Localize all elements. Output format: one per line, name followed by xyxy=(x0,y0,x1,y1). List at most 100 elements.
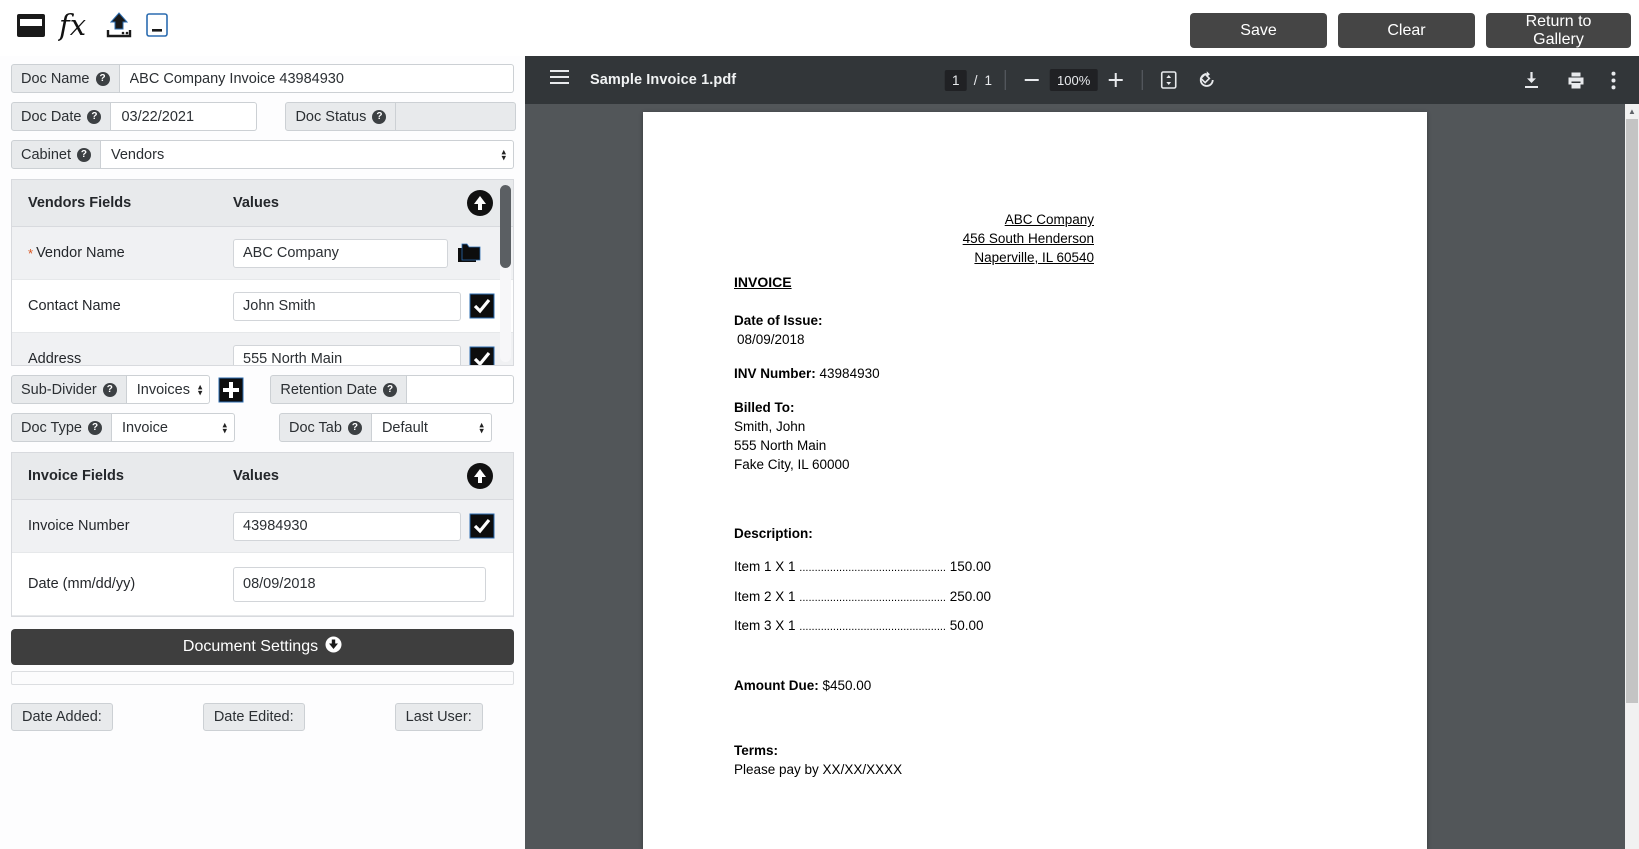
zoom-level[interactable]: 100% xyxy=(1050,69,1098,91)
window-minimize-icon[interactable] xyxy=(144,10,170,45)
doc-type-row: Doc Type ? Invoice Doc Tab ? Default xyxy=(11,413,514,442)
table-row: Address xyxy=(12,333,513,366)
zoom-out-button[interactable] xyxy=(1019,67,1045,93)
address-input[interactable] xyxy=(233,344,461,365)
pdf-title: Sample Invoice 1.pdf xyxy=(590,72,737,88)
zoom-in-button[interactable] xyxy=(1102,67,1128,93)
doc-status-input[interactable] xyxy=(396,102,517,131)
pdf-page: ABC Company 456 South Henderson Napervil… xyxy=(643,112,1427,849)
item-amount: 250.00 xyxy=(949,588,992,604)
invoice-number-label: Invoice Number xyxy=(28,518,130,534)
help-icon[interactable]: ? xyxy=(95,71,110,86)
save-doc-icon[interactable] xyxy=(14,10,48,45)
retention-date-input[interactable] xyxy=(407,375,514,404)
invoice-fields-table: Invoice Fields Values Invoice Number 439… xyxy=(11,452,514,617)
footer-stamps: Date Added: Date Edited: Last User: xyxy=(11,703,514,731)
pdf-viewer: Sample Invoice 1.pdf 1 / 1 100% ABC Comp… xyxy=(525,56,1639,849)
table-row: Contact Name xyxy=(12,280,513,333)
contact-name-input[interactable] xyxy=(233,291,461,321)
fit-to-page-icon[interactable] xyxy=(1155,67,1181,93)
print-icon[interactable] xyxy=(1566,71,1586,90)
upload-icon[interactable] xyxy=(104,10,134,45)
empty-status-bar xyxy=(11,671,514,685)
fx-formula-icon[interactable]: fx xyxy=(57,6,94,49)
date-of-issue-value: 08/09/2018 xyxy=(737,332,805,347)
help-icon[interactable]: ? xyxy=(76,147,91,162)
invoice-table-header: Invoice Fields Values xyxy=(12,453,513,500)
table-row: Invoice Number xyxy=(12,500,513,553)
scroll-up-arrow[interactable]: ▲ xyxy=(1625,104,1639,118)
help-icon[interactable]: ? xyxy=(383,382,398,397)
add-sub-divider-icon[interactable] xyxy=(218,375,244,404)
doc-tab-label-text: Doc Tab xyxy=(289,419,342,436)
vendors-table-scrollbar[interactable] xyxy=(500,185,511,362)
download-icon[interactable] xyxy=(1522,71,1541,90)
invoice-date-input[interactable] xyxy=(233,566,486,602)
invoice-heading: INVOICE xyxy=(734,274,792,290)
date-added-label: Date Added: xyxy=(11,703,113,731)
retention-date-label-text: Retention Date xyxy=(280,381,378,398)
scrollbar-thumb[interactable] xyxy=(1626,119,1638,703)
invoice-date-label: Date (mm/dd/yy) xyxy=(28,576,136,592)
table-row: Date (mm/dd/yy) xyxy=(12,553,513,616)
sub-divider-select[interactable]: Invoices xyxy=(126,375,211,404)
doc-date-status-row: Doc Date ? Doc Status ? xyxy=(11,102,517,131)
checkbox-checked-icon[interactable] xyxy=(469,293,495,319)
clear-button[interactable]: Clear xyxy=(1338,13,1475,48)
invoice-values-header: Values xyxy=(233,468,279,484)
checkbox-checked-icon[interactable] xyxy=(469,513,495,539)
doc-tab-label: Doc Tab ? xyxy=(279,413,372,442)
top-bar: fx Save Clear Return to Gallery xyxy=(0,0,1639,56)
scrollbar-thumb[interactable] xyxy=(500,185,511,268)
doc-name-row: Doc Name ? xyxy=(11,64,514,93)
metadata-form-panel: Doc Name ? Doc Date ? Doc Status ? xyxy=(0,56,525,849)
contact-name-label: Contact Name xyxy=(28,298,121,314)
more-options-icon[interactable] xyxy=(1611,71,1616,90)
rotate-icon[interactable] xyxy=(1193,67,1219,93)
cabinet-label-text: Cabinet xyxy=(21,146,71,163)
save-button[interactable]: Save xyxy=(1190,13,1327,48)
page-number-input[interactable]: 1 xyxy=(944,69,967,91)
help-icon[interactable]: ? xyxy=(102,382,117,397)
doc-tab-value: Default xyxy=(381,419,428,436)
doc-name-input[interactable] xyxy=(119,64,514,93)
hamburger-menu-icon[interactable] xyxy=(550,70,569,90)
vendor-name-input[interactable] xyxy=(233,238,448,268)
vendors-fields-header: Vendors Fields xyxy=(28,195,132,211)
doc-tab-select[interactable]: Default xyxy=(371,413,492,442)
vendor-name-value-cell xyxy=(233,238,513,268)
doc-status-label-text: Doc Status xyxy=(295,108,367,125)
vendors-table-header: Vendors Fields Values xyxy=(12,180,513,227)
terms-block: Terms: Please pay by XX/XX/XXXX xyxy=(734,741,991,779)
terms-label: Terms: xyxy=(734,742,779,758)
date-edited-label: Date Edited: xyxy=(202,703,305,731)
chevron-down-circle-icon xyxy=(325,636,342,658)
help-icon[interactable]: ? xyxy=(87,109,102,124)
collapse-up-icon[interactable] xyxy=(466,189,494,217)
topbar-actions: Save Clear Return to Gallery xyxy=(1190,13,1631,48)
item-dots: ........................................… xyxy=(799,621,946,633)
inv-number-block: INV Number: 43984930 xyxy=(734,366,991,381)
invoice-number-value-cell xyxy=(233,511,513,541)
address-label: Address xyxy=(28,351,82,366)
doc-type-select[interactable]: Invoice xyxy=(112,413,235,442)
invoice-company-name: ABC Company xyxy=(1004,212,1094,227)
folder-icon[interactable] xyxy=(456,240,482,266)
help-icon[interactable]: ? xyxy=(347,420,362,435)
cabinet-select[interactable]: Vendors xyxy=(100,140,514,169)
help-icon[interactable]: ? xyxy=(88,420,102,435)
amount-due-value: $450.00 xyxy=(822,677,872,693)
sub-divider-label: Sub-Divider ? xyxy=(11,375,127,404)
invoice-number-input[interactable] xyxy=(233,511,461,541)
vendors-fields-table: Vendors Fields Values * Vendor Name ABC … xyxy=(11,179,514,366)
return-to-gallery-button[interactable]: Return to Gallery xyxy=(1486,13,1631,48)
document-settings-button[interactable]: Document Settings xyxy=(11,629,514,665)
page-total: 1 xyxy=(984,72,993,88)
collapse-up-icon[interactable] xyxy=(466,462,494,490)
vendor-name-label: * Vendor Name xyxy=(12,245,233,261)
date-of-issue-label: Date of Issue: xyxy=(734,313,823,328)
help-icon[interactable]: ? xyxy=(372,109,387,124)
doc-date-input[interactable] xyxy=(111,102,258,131)
checkbox-checked-icon[interactable] xyxy=(469,346,495,365)
pdf-scrollbar[interactable]: ▲ xyxy=(1625,104,1639,849)
